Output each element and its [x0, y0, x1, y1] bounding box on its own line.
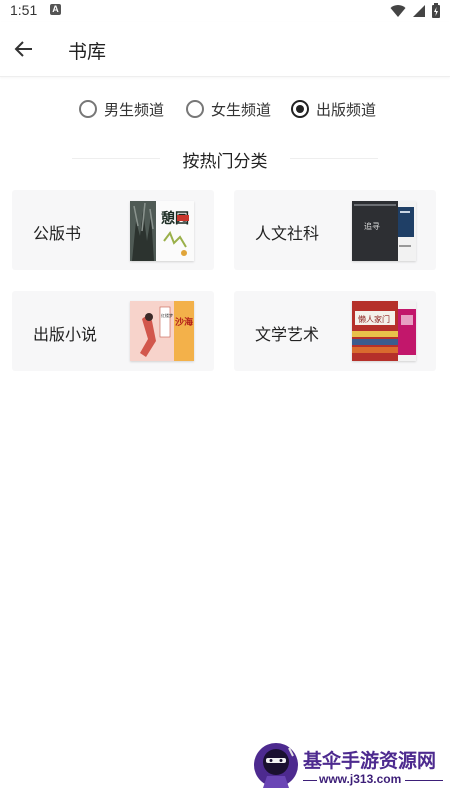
category-label: 人文社科 [255, 224, 320, 243]
wifi-icon [390, 4, 406, 17]
radio-unchecked-icon [79, 100, 97, 118]
book-cover-image: 红楼梦 沙海 [130, 301, 194, 361]
a-box-icon: A [50, 4, 61, 15]
section-title: 按热门分类 [182, 152, 268, 172]
radio-unchecked-icon [186, 100, 204, 118]
divider [303, 780, 317, 781]
divider [290, 158, 378, 159]
category-card-public-books[interactable]: 公版书 憩园 [12, 190, 214, 270]
page-title: 书库 [68, 41, 107, 63]
radio-male-channel[interactable]: 男生频道 [79, 94, 164, 124]
back-button[interactable] [10, 35, 38, 63]
channel-radio-group: 男生频道 女生频道 出版频道 [0, 94, 450, 124]
divider [405, 780, 443, 781]
cover-title: 懒人家门 [358, 314, 390, 324]
signal-icon [413, 4, 425, 17]
watermark-url: www.j313.com [319, 772, 402, 786]
category-card-humanities[interactable]: 人文社科 追寻 [234, 190, 436, 270]
category-card-published-novels[interactable]: 出版小说 红楼梦 沙海 [12, 291, 214, 371]
status-icons [390, 3, 440, 18]
radio-label: 出版频道 [316, 100, 377, 119]
category-label: 出版小说 [33, 325, 98, 344]
screen: 1:51 A 书库 男生频道 女生频道 出版频道 按热门分类 公版书 憩园 人文… [0, 0, 450, 800]
arrow-left-icon [14, 41, 32, 57]
radio-label: 男生频道 [104, 100, 165, 119]
cover-title: 沙海 [175, 316, 193, 328]
category-label: 公版书 [33, 224, 82, 243]
cover-subtitle: 红楼梦 [161, 312, 173, 318]
category-card-literature-art[interactable]: 文学艺术 懒人家门 [234, 291, 436, 371]
radio-label: 女生频道 [211, 100, 272, 119]
book-cover-image: 憩园 [130, 201, 194, 261]
radio-publish-channel[interactable]: 出版频道 [291, 94, 376, 124]
cover-title: 追寻 [364, 221, 380, 231]
status-bar: 1:51 A [0, 0, 450, 22]
app-bar: 书库 [0, 22, 450, 77]
book-cover-image: 懒人家门 [352, 301, 416, 361]
radio-female-channel[interactable]: 女生频道 [186, 94, 271, 124]
watermark-name: 基伞手游资源网 [303, 750, 437, 772]
category-label: 文学艺术 [255, 325, 320, 344]
section-header: 按热门分类 [0, 146, 450, 172]
watermark-logo: 基伞手游资源网 www.j313.com [253, 740, 447, 796]
ninja-mascot-icon [254, 743, 298, 788]
status-time: 1:51 [10, 2, 38, 18]
battery-icon [432, 3, 440, 18]
book-cover-image: 追寻 [352, 201, 416, 261]
radio-checked-icon [291, 100, 309, 118]
